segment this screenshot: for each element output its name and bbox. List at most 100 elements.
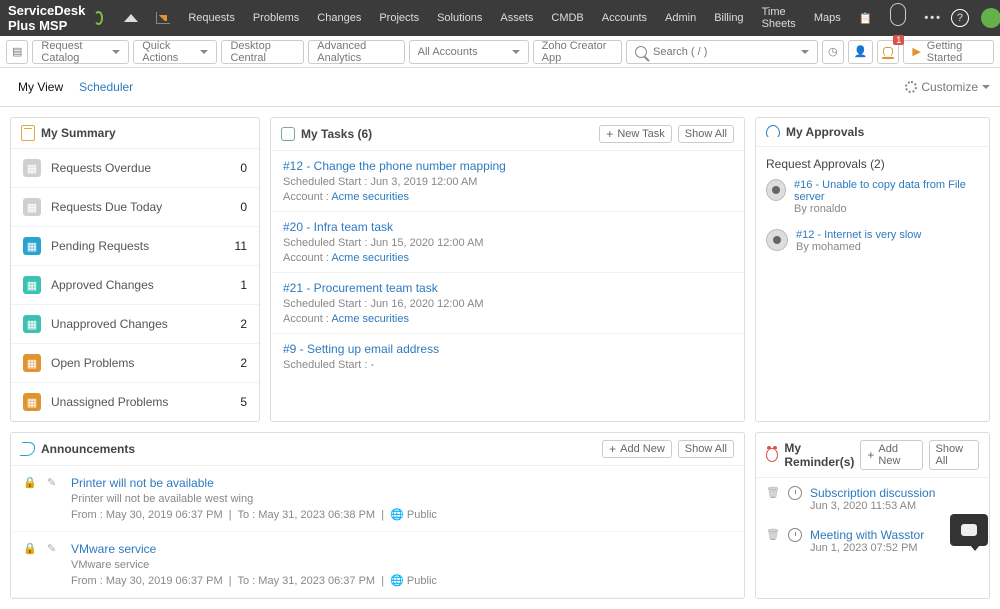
help-icon[interactable]: ? (951, 9, 969, 27)
task-row[interactable]: #21 - Procurement team task Scheduled St… (271, 273, 744, 334)
getting-started-button[interactable]: ▶Getting Started (903, 40, 994, 64)
desktop-central-button[interactable]: Desktop Central (221, 40, 304, 64)
nav-timesheets[interactable]: Time Sheets (753, 0, 805, 36)
zoho-creator-button[interactable]: Zoho Creator App (533, 40, 622, 64)
announcement-link[interactable]: Printer will not be available (71, 476, 214, 490)
customize-button[interactable]: Customize (905, 80, 990, 94)
approval-row[interactable]: #12 - Internet is very slowBy mohamed (766, 229, 979, 253)
nav-clipboard[interactable]: 📋 (850, 0, 882, 36)
caret-down-icon (982, 85, 990, 89)
tasks-list[interactable]: #12 - Change the phone number mapping Sc… (271, 151, 744, 371)
summary-row-count: 0 (240, 200, 247, 214)
announcement-dates: From : May 30, 2019 06:37 PM | To : May … (71, 574, 437, 587)
nav-projects[interactable]: Projects (370, 0, 428, 36)
task-row[interactable]: #9 - Setting up email address Scheduled … (271, 334, 744, 371)
panel-title: My Tasks (6) (301, 127, 593, 141)
summary-row-label: Unassigned Problems (51, 395, 240, 409)
task-row[interactable]: #20 - Infra team task Scheduled Start : … (271, 212, 744, 273)
add-reminder-button[interactable]: +Add New (860, 440, 922, 470)
nav-accounts[interactable]: Accounts (593, 0, 656, 36)
summary-row-count: 1 (240, 278, 247, 292)
approval-by: By mohamed (796, 241, 921, 253)
nav-maps[interactable]: Maps (805, 0, 850, 36)
new-task-button[interactable]: +New Task (599, 125, 672, 143)
add-announcement-button[interactable]: +Add New (602, 440, 672, 458)
top-right: ? (951, 8, 1000, 28)
summary-row[interactable]: ▦ Pending Requests 11 (11, 227, 259, 266)
recent-button[interactable]: ◷ (822, 40, 844, 64)
search-input[interactable] (653, 46, 795, 58)
reminder-link[interactable]: Subscription discussion (810, 486, 935, 500)
summary-row[interactable]: ▦ Requests Due Today 0 (11, 188, 259, 227)
task-account-link[interactable]: Acme securities (331, 191, 409, 203)
task-link[interactable]: #12 - Change the phone number mapping (283, 159, 506, 173)
nav-more[interactable]: ••• (915, 0, 951, 36)
approval-row[interactable]: #16 - Unable to copy data from File serv… (766, 179, 979, 215)
task-account: Account : Acme securities (283, 191, 732, 203)
summary-row-label: Pending Requests (51, 239, 235, 253)
task-link[interactable]: #21 - Procurement team task (283, 281, 438, 295)
notifications-button[interactable] (877, 40, 899, 64)
announcement-dates: From : May 30, 2019 06:37 PM | To : May … (71, 508, 437, 521)
nav-support[interactable] (881, 0, 915, 36)
nav-dashboard[interactable] (147, 0, 179, 36)
summary-row[interactable]: ▦ Open Problems 2 (11, 344, 259, 383)
top-nav: ServiceDesk Plus MSP Requests Problems C… (0, 0, 1000, 36)
summary-row[interactable]: ▦ Unassigned Problems 5 (11, 383, 259, 421)
nav-solutions[interactable]: Solutions (428, 0, 491, 36)
nav-requests[interactable]: Requests (179, 0, 243, 36)
quick-actions-button[interactable]: Quick Actions (133, 40, 217, 64)
nav-home[interactable] (115, 0, 147, 36)
show-all-reminders-button[interactable]: Show All (929, 440, 979, 470)
request-catalog-button[interactable]: Request Catalog (32, 40, 129, 64)
nav-problems[interactable]: Problems (244, 0, 308, 36)
nav-assets[interactable]: Assets (491, 0, 542, 36)
tab-scheduler[interactable]: Scheduler (71, 76, 141, 98)
task-schedule: Scheduled Start : Jun 16, 2020 12:00 AM (283, 298, 732, 310)
approval-link[interactable]: #16 - Unable to copy data from File serv… (794, 179, 966, 203)
profile-button[interactable]: 👤 (848, 40, 874, 64)
nav-billing[interactable]: Billing (705, 0, 752, 36)
nav-cmdb[interactable]: CMDB (542, 0, 592, 36)
caret-down-icon (512, 50, 520, 54)
task-link[interactable]: #9 - Setting up email address (283, 342, 439, 356)
brand-label: ServiceDesk Plus MSP (8, 3, 90, 33)
approvals-section-label: Request Approvals (2) (766, 157, 979, 171)
reminder-time: Jun 1, 2023 07:52 PM (810, 542, 924, 554)
task-account-link[interactable]: Acme securities (331, 313, 409, 325)
global-search[interactable] (626, 40, 818, 64)
summary-row[interactable]: ▦ Unapproved Changes 2 (11, 305, 259, 344)
show-all-announcements-button[interactable]: Show All (678, 440, 734, 458)
summary-row-count: 11 (235, 239, 247, 253)
advanced-analytics-button[interactable]: Advanced Analytics (308, 40, 404, 64)
megaphone-icon (20, 442, 36, 456)
edit-icon[interactable]: ✎ (47, 542, 61, 587)
bell-icon (883, 47, 893, 57)
tab-my-view[interactable]: My View (10, 76, 71, 98)
task-row[interactable]: #12 - Change the phone number mapping Sc… (271, 151, 744, 212)
delete-icon[interactable]: 🗑 (766, 486, 780, 499)
edit-icon[interactable]: ✎ (47, 476, 61, 521)
show-all-tasks-button[interactable]: Show All (678, 125, 734, 143)
task-account-link[interactable]: Acme securities (331, 252, 409, 264)
summary-row[interactable]: ▦ Approved Changes 1 (11, 266, 259, 305)
dashboard-icon (156, 12, 170, 24)
task-link[interactable]: #20 - Infra team task (283, 220, 393, 234)
announcement-link[interactable]: VMware service (71, 542, 156, 556)
user-avatar[interactable] (981, 8, 1000, 28)
summary-row-label: Requests Overdue (51, 161, 240, 175)
task-account: Account : Acme securities (283, 313, 732, 325)
account-filter[interactable]: All Accounts (409, 40, 529, 64)
announcements-list: 🔒 ✎ Printer will not be available Printe… (11, 466, 744, 598)
nav-admin[interactable]: Admin (656, 0, 705, 36)
headset-icon (890, 10, 906, 26)
summary-row[interactable]: ▦ Requests Overdue 0 (11, 149, 259, 188)
reminder-link[interactable]: Meeting with Wasstor (810, 528, 924, 542)
clock-icon (788, 486, 802, 500)
toggle-sidebar-button[interactable]: ▤ (6, 40, 28, 64)
chat-widget[interactable] (950, 514, 988, 546)
approval-link[interactable]: #12 - Internet is very slow (796, 229, 921, 241)
summary-row-label: Requests Due Today (51, 200, 240, 214)
delete-icon[interactable]: 🗑 (766, 528, 780, 541)
nav-changes[interactable]: Changes (308, 0, 370, 36)
